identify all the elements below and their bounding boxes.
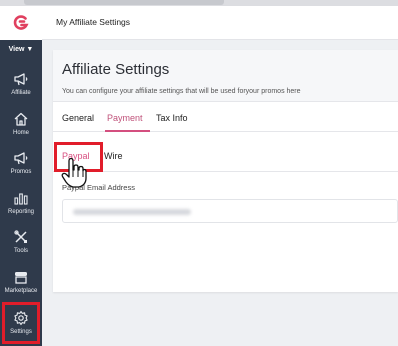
page-heading: My Affiliate Settings xyxy=(56,17,131,27)
sidebar-item-tools[interactable]: Tools xyxy=(0,222,42,260)
settings-highlight-box xyxy=(2,302,40,344)
bar-chart-icon xyxy=(14,192,28,205)
sidebar-item-reporting[interactable]: Reporting xyxy=(0,183,42,221)
card-header: Affiliate Settings You can configure you… xyxy=(53,50,398,102)
hand-pointer-icon xyxy=(61,157,87,188)
active-tab-indicator xyxy=(105,130,150,132)
sidebar-item-label: Promos xyxy=(10,168,32,175)
tab-wire[interactable]: Wire xyxy=(104,151,123,161)
sidebar-item-promos[interactable]: Promos xyxy=(0,143,42,181)
browser-tab[interactable] xyxy=(24,0,224,5)
sidebar-item-label: Marketplace xyxy=(4,287,38,294)
view-toggle[interactable]: View ▼ xyxy=(0,46,42,53)
top-bar: My Affiliate Settings xyxy=(0,6,398,40)
sidebar-item-home[interactable]: Home xyxy=(0,104,42,142)
affiliate-settings-card: Affiliate Settings You can configure you… xyxy=(53,50,398,292)
megaphone-icon xyxy=(14,151,28,164)
page-title: Affiliate Settings xyxy=(62,61,170,78)
redacted-email-value xyxy=(73,209,191,215)
sidebar: View ▼ Affiliate Home Promos Reporting T… xyxy=(0,40,42,346)
sidebar-item-label: Reporting xyxy=(7,208,34,215)
sidebar-item-marketplace[interactable]: Marketplace xyxy=(0,262,42,300)
sidebar-item-label: Home xyxy=(12,129,29,136)
app-logo[interactable] xyxy=(0,6,42,40)
logo-icon xyxy=(13,15,29,30)
home-icon xyxy=(14,112,28,126)
tab-payment[interactable]: Payment xyxy=(107,113,143,123)
tools-icon xyxy=(14,229,27,243)
page-subtitle: You can configure your affiliate setting… xyxy=(62,88,301,95)
sidebar-item-label: Affiliate xyxy=(11,89,31,96)
paypal-email-field[interactable] xyxy=(62,199,398,223)
settings-tabs: General Payment Tax Info xyxy=(53,102,398,132)
payment-method-tabs: Paypal Wire xyxy=(53,142,398,172)
sidebar-item-affiliate[interactable]: Affiliate xyxy=(0,64,42,102)
tab-general[interactable]: General xyxy=(62,113,94,123)
sidebar-item-label: Tools xyxy=(13,247,28,254)
megaphone-icon xyxy=(14,72,28,85)
store-icon xyxy=(15,271,27,284)
tab-tax-info[interactable]: Tax Info xyxy=(156,113,188,123)
